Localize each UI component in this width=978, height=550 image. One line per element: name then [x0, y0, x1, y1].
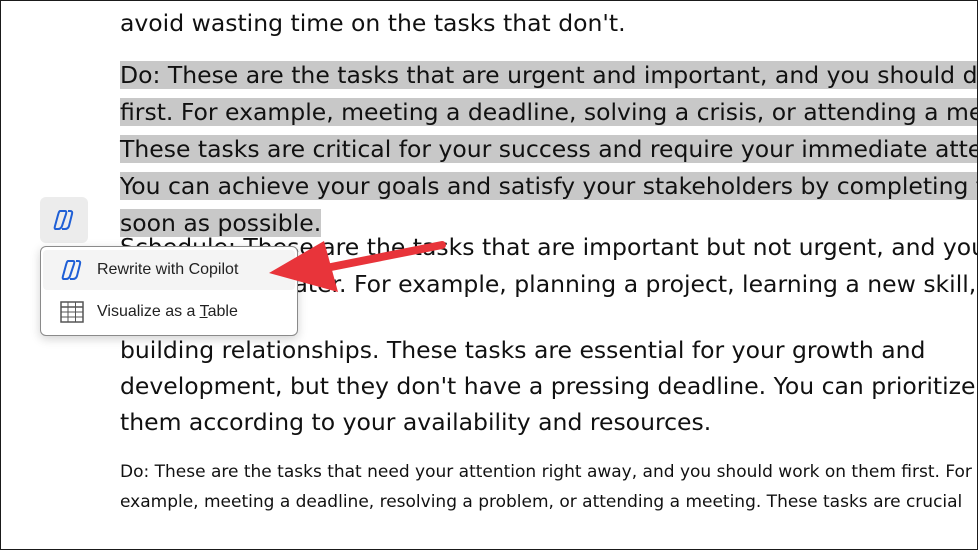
table-icon: [59, 299, 85, 325]
document-window: avoid wasting time on the tasks that don…: [0, 0, 978, 550]
selected-text-line[interactable]: Do: These are the tasks that are urgent …: [120, 61, 977, 89]
copilot-context-menu: Rewrite with Copilot Visualize as a Tabl…: [40, 246, 298, 336]
paragraph-line[interactable]: building relationships. These tasks are …: [120, 332, 925, 368]
selected-text-line[interactable]: You can achieve your goals and satisfy y…: [120, 172, 977, 200]
rewritten-text-line[interactable]: Do: These are the tasks that need your a…: [120, 457, 972, 487]
menu-item-label: Visualize as a Table: [97, 303, 238, 320]
copilot-button[interactable]: [40, 197, 88, 243]
visualize-as-table-item[interactable]: Visualize as a Table: [43, 292, 295, 332]
copilot-icon: [53, 210, 74, 230]
paragraph-line[interactable]: avoid wasting time on the tasks that don…: [120, 5, 626, 41]
paragraph-line[interactable]: development, but they don't have a press…: [120, 368, 977, 404]
selected-text-line[interactable]: first. For example, meeting a deadline, …: [120, 98, 977, 126]
rewrite-with-copilot-item[interactable]: Rewrite with Copilot: [43, 250, 295, 290]
menu-item-label: Rewrite with Copilot: [97, 261, 239, 278]
rewritten-text-line[interactable]: example, meeting a deadline, resolving a…: [120, 487, 962, 517]
selected-text-line[interactable]: These tasks are critical for your succes…: [120, 135, 977, 163]
copilot-icon: [59, 257, 85, 283]
paragraph-line[interactable]: them according to your availability and …: [120, 404, 711, 440]
